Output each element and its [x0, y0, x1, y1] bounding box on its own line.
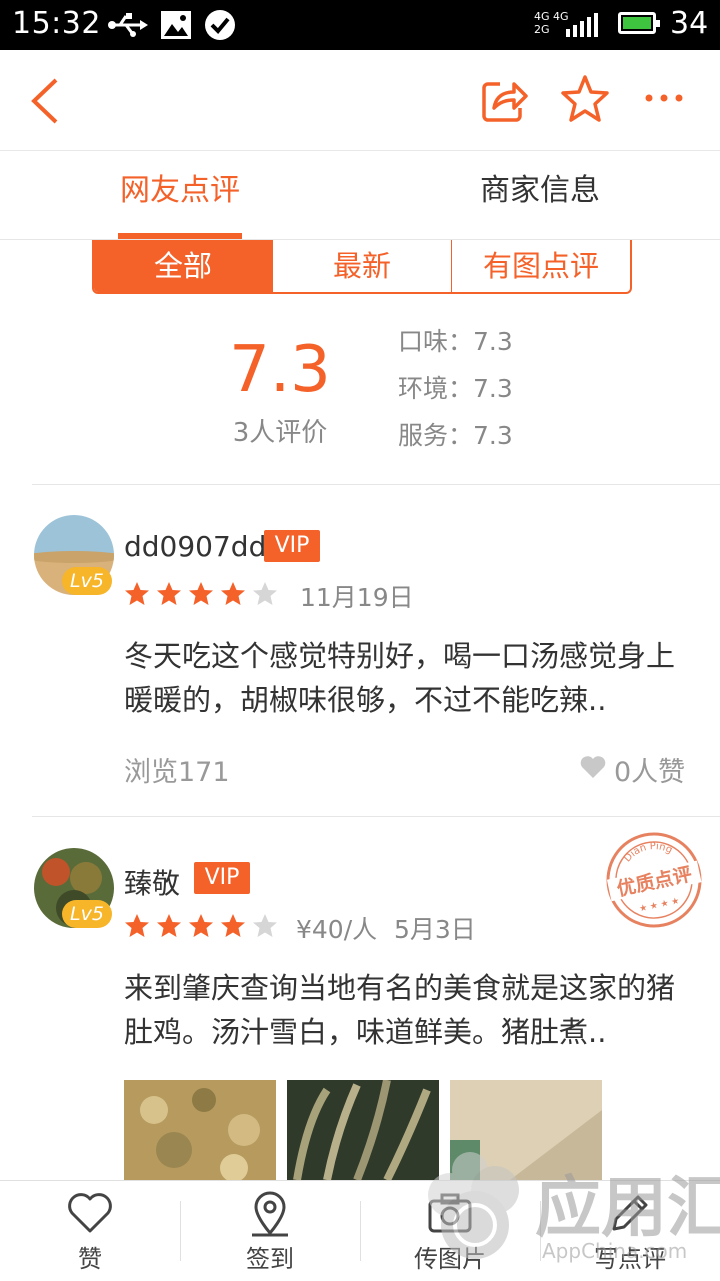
appchina-watermark: 应用汇 AppChina.com [428, 1152, 720, 1263]
tab-reviews[interactable]: 网友点评 [100, 151, 260, 239]
level-badge: Lv5 [62, 567, 112, 595]
star-filled-icon [221, 914, 245, 937]
like-count[interactable]: 0人赞 [614, 750, 685, 789]
share-icon[interactable] [480, 76, 528, 124]
more-icon[interactable] [644, 88, 684, 108]
stamp-text: 优质点评 [615, 862, 694, 900]
heart-outline-icon [68, 1193, 112, 1233]
star-filled-icon [125, 914, 149, 937]
star-filled-icon [157, 914, 181, 937]
location-pin-icon [252, 1191, 288, 1237]
username[interactable]: dd0907dd [124, 530, 266, 563]
view-count: 浏览171 [124, 757, 230, 788]
filter-all[interactable]: 全部 [94, 240, 272, 292]
review-text[interactable]: 来到肇庆查询当地有名的美食就是这家的猪肚鸡。汤汁雪白，味道鲜美。猪肚煮.. [124, 966, 694, 1054]
divider [32, 816, 720, 817]
quality-review-stamp: Dian Ping 优质点评 ★ ★ ★ ★ [606, 832, 702, 928]
back-arrow-icon[interactable] [26, 76, 66, 126]
nav-checkin[interactable]: 签到 [180, 1181, 360, 1281]
nav-like[interactable]: 赞 [0, 1181, 180, 1281]
signal-icon [566, 13, 598, 37]
environment-score: 环境：7.3 [398, 374, 513, 403]
tab-indicator [118, 233, 242, 239]
review-date: 11月19日 [300, 583, 414, 612]
filter-with-photos[interactable]: 有图点评 [451, 240, 630, 292]
vip-badge: VIP [264, 530, 320, 562]
review-date: 5月3日 [394, 915, 476, 944]
tab-bar: 网友点评 商家信息 [0, 151, 720, 240]
star-filled-icon [221, 582, 245, 605]
star-filled-icon [189, 914, 213, 937]
usb-icon [108, 13, 148, 37]
review-photo[interactable] [287, 1080, 439, 1180]
divider [32, 484, 720, 485]
status-time: 15:32 [12, 6, 101, 41]
star-filled-icon [125, 582, 149, 605]
top-bar [0, 50, 720, 151]
battery-level: 34 [670, 6, 709, 41]
review-filter: 全部 最新 有图点评 [92, 240, 632, 294]
heart-icon[interactable] [580, 755, 606, 779]
review-photo[interactable] [124, 1080, 276, 1180]
network-type-top: 4G 4G [534, 10, 569, 23]
watermark-site: AppChina.com [542, 1239, 687, 1263]
review-count: 3人评价 [232, 418, 328, 448]
review-text[interactable]: 冬天吃这个感觉特别好，喝一口汤感觉身上暖暖的，胡椒味很够，不过不能吃辣.. [124, 634, 694, 722]
star-filled-icon [189, 582, 213, 605]
star-empty-icon [253, 582, 277, 605]
taste-score: 口味：7.3 [398, 327, 513, 356]
network-type-bottom: 2G [534, 23, 550, 36]
nav-checkin-label: 签到 [246, 1245, 294, 1273]
star-rating [124, 581, 278, 607]
filter-latest[interactable]: 最新 [272, 240, 451, 292]
star-empty-icon [253, 914, 277, 937]
tab-merchant-info[interactable]: 商家信息 [460, 151, 620, 239]
price-per-person: ¥40/人 [296, 915, 378, 944]
level-badge: Lv5 [62, 900, 112, 928]
username[interactable]: 臻敬 [124, 862, 180, 902]
favorite-star-icon[interactable] [560, 74, 610, 124]
nav-like-label: 赞 [78, 1245, 102, 1273]
service-score: 服务：7.3 [398, 421, 513, 450]
vip-badge: VIP [194, 862, 250, 894]
star-filled-icon [157, 582, 181, 605]
status-bar: 15:32 4G 4G 2G 34 [0, 0, 720, 50]
overall-score: 7.3 [229, 333, 331, 407]
star-rating [124, 913, 278, 939]
watermark-name: 应用汇 [535, 1169, 720, 1246]
battery-icon [618, 12, 660, 34]
check-circle-icon [205, 10, 235, 40]
image-icon [161, 11, 191, 39]
network-type: 4G 4G 2G [534, 10, 569, 36]
